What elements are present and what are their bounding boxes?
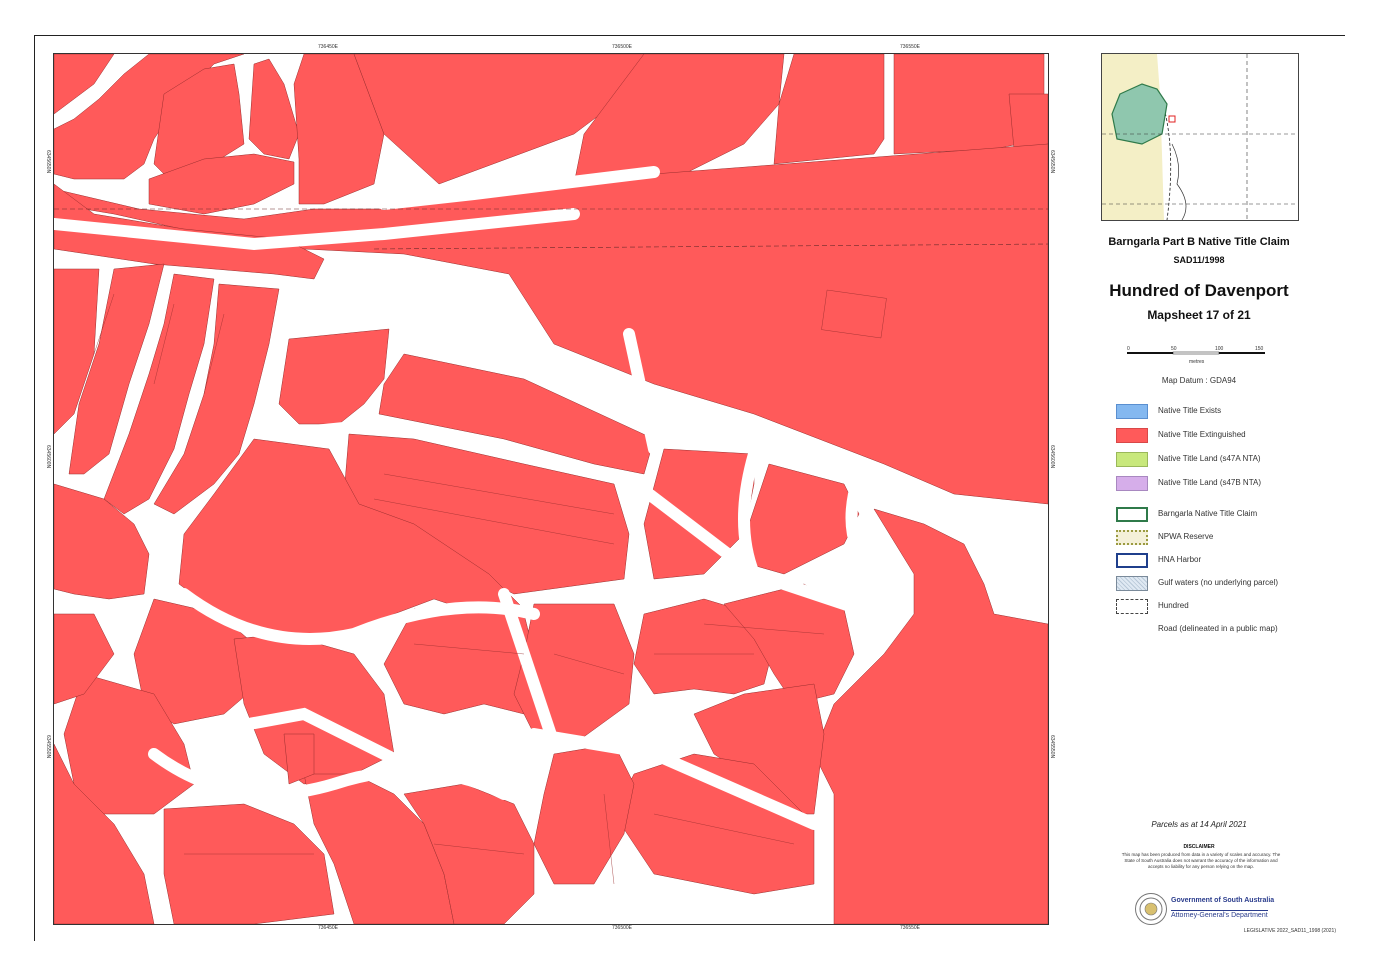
legend-swatch-road (1116, 622, 1148, 637)
legend-swatch-hna-harbor (1116, 553, 1148, 568)
parcel (1008, 93, 1048, 150)
legend-label: NPWA Reserve (1158, 532, 1214, 541)
legend-swatch-claim-boundary (1116, 507, 1148, 522)
grid-tick-left: 6345650N (45, 150, 51, 174)
legend-label: Native Title Extinguished (1158, 430, 1246, 439)
parcel (773, 54, 885, 165)
locator-inset-map (1101, 53, 1299, 221)
scale-label-0: 0 (1127, 346, 1130, 352)
grid-tick-top: 736550E (900, 44, 921, 50)
department-name: Attorney-General's Department (1171, 910, 1268, 919)
grid-tick-right: 6345650N (1049, 150, 1055, 174)
grid-tick-top: 736500E (612, 44, 633, 50)
legend-swatch-s47b (1116, 476, 1148, 491)
claim-number: SAD11/1998 (1173, 255, 1225, 265)
legend-label: Barngarla Native Title Claim (1158, 509, 1258, 518)
legend-item: Native Title Land (s47A NTA) (1116, 452, 1346, 468)
legend-item: Barngarla Native Title Claim (1116, 507, 1346, 523)
legend-item: NPWA Reserve (1116, 530, 1346, 546)
legend-swatch-hundred (1116, 599, 1148, 614)
mapsheet-number: Mapsheet 17 of 21 (1147, 308, 1251, 322)
main-map[interactable] (53, 53, 1049, 925)
legend-swatch-npwa-reserve (1116, 530, 1148, 545)
grid-tick-top: 736450E (318, 44, 339, 50)
parcels-date: Parcels as at 14 April 2021 (1151, 820, 1247, 829)
legend-label: Gulf waters (no underlying parcel) (1158, 578, 1279, 587)
map-datum: Map Datum : GDA94 (1161, 376, 1237, 385)
legend-item: HNA Harbor (1116, 553, 1346, 569)
legend-label: Native Title Land (s47A NTA) (1158, 454, 1261, 463)
government-logo: Government of South Australia Attorney-G… (1135, 893, 1295, 925)
legend-swatch-gulf-waters (1116, 576, 1148, 591)
grid-tick-bottom: 736450E (318, 925, 339, 931)
legend-item: Native Title Extinguished (1116, 428, 1346, 444)
disclaimer-text: This map has been produced from data in … (1121, 852, 1281, 869)
gulf-waters (1157, 54, 1298, 220)
legend-item: Native Title Exists (1116, 404, 1346, 420)
legend-label: Native Title Land (s47B NTA) (1158, 478, 1262, 487)
grid-tick-left: 6345600N (45, 445, 51, 469)
claim-title: Barngarla Part B Native Title Claim (1108, 236, 1290, 248)
legend-item: Gulf waters (no underlying parcel) (1116, 576, 1346, 592)
legend-label: Road (delineated in a public map) (1158, 624, 1278, 633)
scale-unit: metres (1189, 359, 1205, 365)
disclaimer-title: DISCLAIMER (1183, 844, 1215, 850)
grid-tick-bottom: 736500E (612, 925, 633, 931)
legend-swatch-native-title-extinguished (1116, 428, 1148, 443)
government-name: Government of South Australia (1171, 897, 1275, 904)
grid-tick-left: 6345550N (45, 735, 51, 759)
scale-bar: 0 50 100 150 metres (1127, 345, 1267, 367)
legend-item: Hundred (1116, 599, 1346, 615)
legend-item: Native Title Land (s47B NTA) (1116, 476, 1346, 492)
legend-label: Hundred (1158, 601, 1189, 610)
document-reference: LEGISLATIVE 2022_SAD11_1998 (2021) (1243, 928, 1336, 934)
scale-label-100: 100 (1215, 346, 1224, 352)
grid-tick-right: 6345600N (1049, 445, 1055, 469)
legend-label: Native Title Exists (1158, 406, 1222, 415)
scale-label-150: 150 (1255, 346, 1264, 352)
grid-tick-right: 6345550N (1049, 735, 1055, 759)
legend-item: Road (delineated in a public map) (1116, 622, 1346, 638)
scale-label-50: 50 (1171, 346, 1177, 352)
grid-tick-bottom: 736550E (900, 925, 921, 931)
hundred-title: Hundred of Davenport (1109, 281, 1289, 300)
legend-swatch-native-title-exists (1116, 404, 1148, 419)
legend-label: HNA Harbor (1158, 555, 1202, 564)
legend-swatch-s47a (1116, 452, 1148, 467)
state-seal-icon (1135, 893, 1167, 925)
parcel-map (54, 54, 1048, 924)
